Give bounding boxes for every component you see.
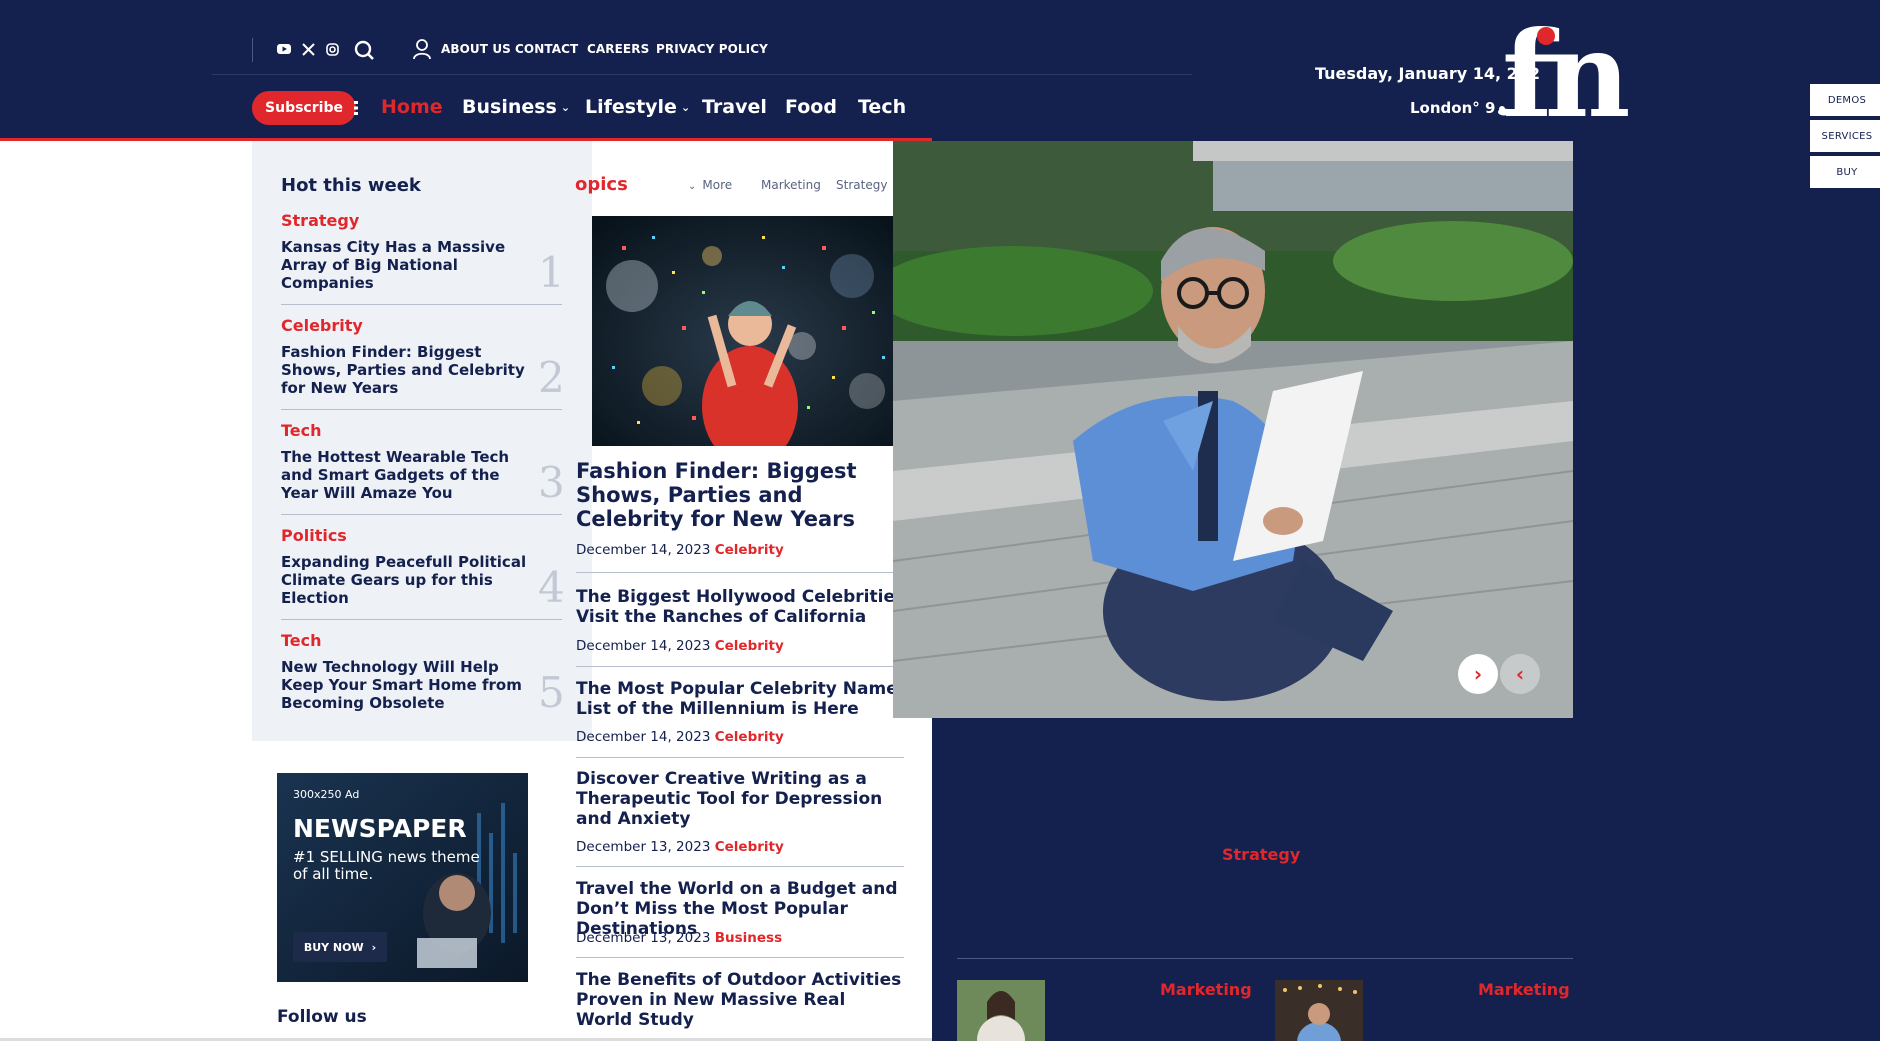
subscribe-button[interactable]: Subscribe [252,91,356,125]
top-link-privacy[interactable]: PRIVACY POLICY [656,42,768,56]
instagram-icon[interactable] [323,40,341,58]
divider [576,957,904,958]
buy-button[interactable]: BUY [1810,156,1880,188]
hot-headline[interactable]: The Hottest Wearable Tech and Smart Gadg… [281,448,541,502]
user-icon[interactable] [412,38,432,60]
nav-travel[interactable]: Travel [702,96,767,118]
hot-headline[interactable]: New Technology Will Help Keep Your Smart… [281,658,541,712]
x-icon[interactable] [299,40,317,58]
article-category[interactable]: Celebrity [715,638,784,654]
nav-food[interactable]: Food [785,96,837,118]
hot-this-week-panel [252,141,592,741]
article-meta: December 13, 2023 Celebrity [576,839,784,855]
hot-category[interactable]: Tech [281,631,322,650]
article-category[interactable]: Celebrity [715,839,784,855]
hot-title: Hot this week [281,175,421,196]
hot-category[interactable]: Politics [281,526,347,545]
category-label[interactable]: Marketing [1160,980,1252,999]
article-meta: December 14, 2023 Celebrity [576,729,784,745]
hot-headline[interactable]: Expanding Peacefull Political Climate Ge… [281,553,541,607]
services-button[interactable]: SERVICES [1810,120,1880,152]
hero-image[interactable] [893,141,1573,718]
article-meta: December 13, 2023 Business [576,930,783,946]
ad-buy-now-button[interactable]: BUY NOW › [293,932,387,962]
demos-button[interactable]: DEMOS [1810,84,1880,116]
nav-lifestyle[interactable]: Lifestyle ⌄ [585,96,690,118]
article-title[interactable]: Fashion Finder: Biggest Shows, Parties a… [576,459,906,531]
divider [281,409,562,410]
article-title[interactable]: Discover Creative Writing as a Therapeut… [576,769,906,829]
divider [252,38,253,62]
article-category[interactable]: Celebrity [715,729,784,745]
article-image[interactable] [592,216,904,446]
nav-tech[interactable]: Tech [858,96,906,118]
next-arrow-button[interactable]: › [1458,654,1498,694]
divider [957,958,1573,959]
divider [281,619,562,620]
hot-rank: 3 [538,458,565,507]
divider [576,757,904,758]
divider [281,514,562,515]
chevron-down-icon: ⌄ [560,101,571,114]
category-label[interactable]: Strategy [1222,845,1300,864]
article-meta: December 14, 2023 Celebrity [576,638,784,654]
search-icon[interactable] [352,38,376,62]
nav-business[interactable]: Business ⌄ [462,96,570,118]
hot-category[interactable]: Tech [281,421,322,440]
hot-rank: 2 [538,353,565,402]
divider [212,74,1192,75]
divider [576,572,904,573]
topics-title: opics [575,174,628,195]
chevron-down-icon: ⌄ [680,101,691,114]
youtube-icon[interactable] [275,40,293,58]
hot-category[interactable]: Celebrity [281,316,363,335]
top-link-contact[interactable]: CONTACT [515,42,578,56]
top-link-careers[interactable]: CAREERS [587,42,649,56]
follow-us-title: Follow us [277,1007,367,1027]
nav-home[interactable]: Home [381,96,443,118]
article-title[interactable]: The Biggest Hollywood Celebrities Visit … [576,587,906,627]
menu-icon[interactable] [352,100,360,120]
logo[interactable]: fn [1502,5,1637,144]
article-thumbnail[interactable] [957,980,1045,1041]
tab-strategy[interactable]: Strategy [836,178,887,192]
prev-arrow-button[interactable]: ‹ [1500,654,1540,694]
tab-marketing[interactable]: Marketing [761,178,821,192]
article-title[interactable]: The Benefits of Outdoor Activities Prove… [576,970,906,1030]
article-meta: December 14, 2023 Celebrity [576,542,784,558]
ad-size: 300x250 Ad [293,788,360,801]
hot-headline[interactable]: Kansas City Has a Massive Array of Big N… [281,238,541,292]
weather-location: London° 9 [1410,99,1496,117]
article-category[interactable]: Celebrity [715,542,784,558]
divider [576,666,904,667]
divider [281,304,562,305]
article-title[interactable]: The Most Popular Celebrity Name List of … [576,679,906,719]
divider [576,866,904,867]
ad-tagline: #1 SELLING news theme of all time. [293,848,480,883]
hot-rank: 4 [538,563,565,612]
svg-text:fn: fn [1502,14,1629,124]
article-thumbnail[interactable] [1275,980,1363,1041]
top-link-about[interactable]: ABOUT US [441,42,511,56]
hot-rank: 1 [538,248,565,297]
article-category[interactable]: Business [715,930,782,946]
ad-brand: NEWSPAPER [293,814,467,843]
category-label[interactable]: Marketing [1478,980,1570,999]
chevron-right-icon: › [371,940,377,954]
hot-category[interactable]: Strategy [281,211,359,230]
hot-headline[interactable]: Fashion Finder: Biggest Shows, Parties a… [281,343,541,397]
hot-rank: 5 [538,668,565,717]
tab-more[interactable]: ⌄ More [688,178,732,192]
chevron-down-icon: ⌄ [688,181,697,192]
